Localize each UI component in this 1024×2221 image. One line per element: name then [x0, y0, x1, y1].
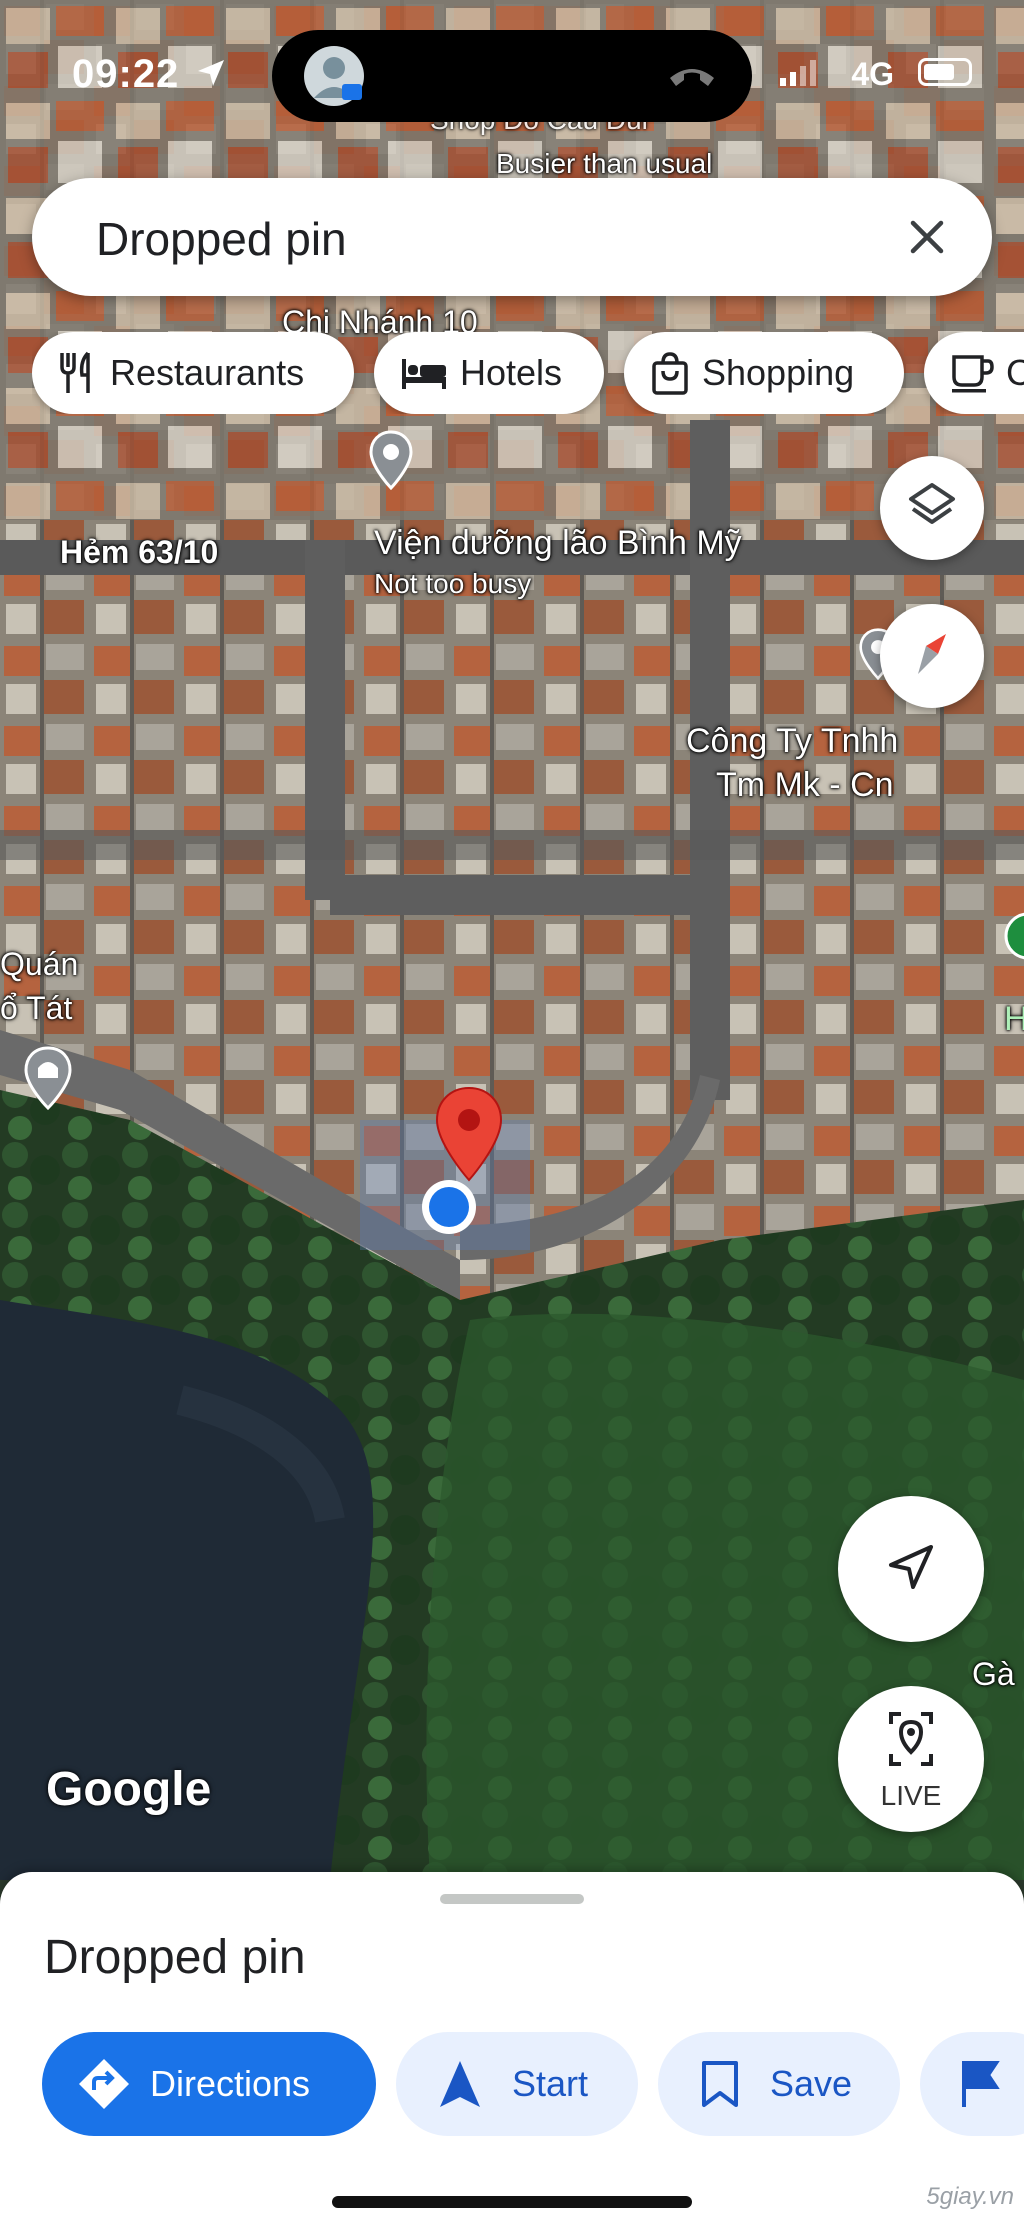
- place-marker-icon[interactable]: [368, 430, 414, 495]
- category-chips: Restaurants Hotels Shopping C: [32, 332, 1024, 414]
- layers-icon: [905, 479, 959, 538]
- map-label-left-line2[interactable]: ổ Tát: [0, 990, 72, 1027]
- google-logo: Google: [46, 1763, 212, 1816]
- mosque-marker-icon[interactable]: [22, 1046, 74, 1115]
- navigation-arrow-icon: [438, 2059, 482, 2109]
- map-label-poi-status: Not too busy: [374, 568, 532, 599]
- search-title[interactable]: Dropped pin: [96, 212, 347, 266]
- action-buttons: Directions Start Save: [0, 2032, 1024, 2136]
- directions-icon: [76, 2056, 132, 2112]
- location-arrow-icon: [196, 58, 226, 93]
- phone-hangup-icon[interactable]: [666, 52, 718, 105]
- close-icon[interactable]: [898, 208, 956, 266]
- live-view-label: LIVE: [880, 1780, 942, 1811]
- coffee-icon: [950, 353, 994, 393]
- network-type: 4G: [851, 56, 894, 92]
- chip-restaurants[interactable]: Restaurants: [32, 332, 354, 414]
- save-label: Save: [770, 2063, 853, 2104]
- navigation-arrow-icon: [885, 1541, 937, 1598]
- sheet-title: Dropped pin: [44, 1931, 306, 1984]
- dynamic-island[interactable]: [272, 30, 752, 122]
- chip-hotels-label: Hotels: [460, 352, 563, 393]
- search-bar[interactable]: Dropped pin: [32, 178, 992, 296]
- bed-icon: [400, 355, 448, 391]
- caller-avatar-icon: [304, 46, 364, 106]
- chip-shopping-label: Shopping: [702, 352, 855, 393]
- save-button[interactable]: Save: [658, 2032, 900, 2136]
- directions-label: Directions: [150, 2063, 311, 2104]
- dropped-pin-icon[interactable]: [434, 1086, 504, 1187]
- my-location-button[interactable]: [838, 1496, 984, 1642]
- directions-button[interactable]: Directions: [42, 2032, 376, 2136]
- map-label-company-line2[interactable]: Tm Mk - Cn: [716, 766, 894, 805]
- map-label-company-line1[interactable]: Công Ty Tnhh: [686, 722, 898, 761]
- map-label-right-edge[interactable]: H: [1004, 1000, 1024, 1039]
- map-label-top-place-status: Busier than usual: [496, 148, 713, 179]
- live-view-icon: [887, 1710, 935, 1773]
- layers-button[interactable]: [880, 456, 984, 560]
- green-place-marker-icon[interactable]: [1002, 910, 1024, 965]
- shopping-bag-icon: [650, 351, 690, 395]
- place-bottom-sheet[interactable]: Dropped pin Directions Start Save 5giay.…: [0, 1872, 1024, 2221]
- compass-button[interactable]: [880, 604, 984, 708]
- current-location-dot-icon: [420, 1178, 478, 1241]
- signal-strength-icon: [780, 60, 816, 91]
- label-button[interactable]: [920, 2032, 1024, 2136]
- map-label-right-edge2[interactable]: Gà: [972, 1656, 1015, 1693]
- sheet-drag-handle[interactable]: [440, 1894, 584, 1904]
- map-label-alley: Hẻm 63/10: [60, 534, 219, 570]
- status-time: 09:22: [72, 52, 180, 96]
- flag-icon: [960, 2059, 1000, 2109]
- status-bar: 09:22 4G: [0, 0, 1024, 140]
- bookmark-icon: [700, 2059, 740, 2109]
- chip-coffee[interactable]: C: [924, 332, 1024, 414]
- battery-icon: [918, 58, 972, 86]
- restaurant-icon: [58, 351, 98, 395]
- home-indicator[interactable]: [332, 2196, 692, 2208]
- start-button[interactable]: Start: [396, 2032, 638, 2136]
- watermark: 5giay.vn: [926, 2183, 1014, 2210]
- compass-icon: [902, 624, 962, 689]
- start-label: Start: [512, 2063, 589, 2104]
- map-label-poi-name[interactable]: Viện dưỡng lão Bình Mỹ: [374, 524, 742, 563]
- chip-restaurants-label: Restaurants: [110, 352, 305, 393]
- map-label-left-line1[interactable]: Quán: [0, 946, 78, 983]
- chip-shopping[interactable]: Shopping: [624, 332, 904, 414]
- live-view-button[interactable]: LIVE: [838, 1686, 984, 1832]
- chip-coffee-label: C: [1006, 352, 1024, 393]
- chip-hotels[interactable]: Hotels: [374, 332, 604, 414]
